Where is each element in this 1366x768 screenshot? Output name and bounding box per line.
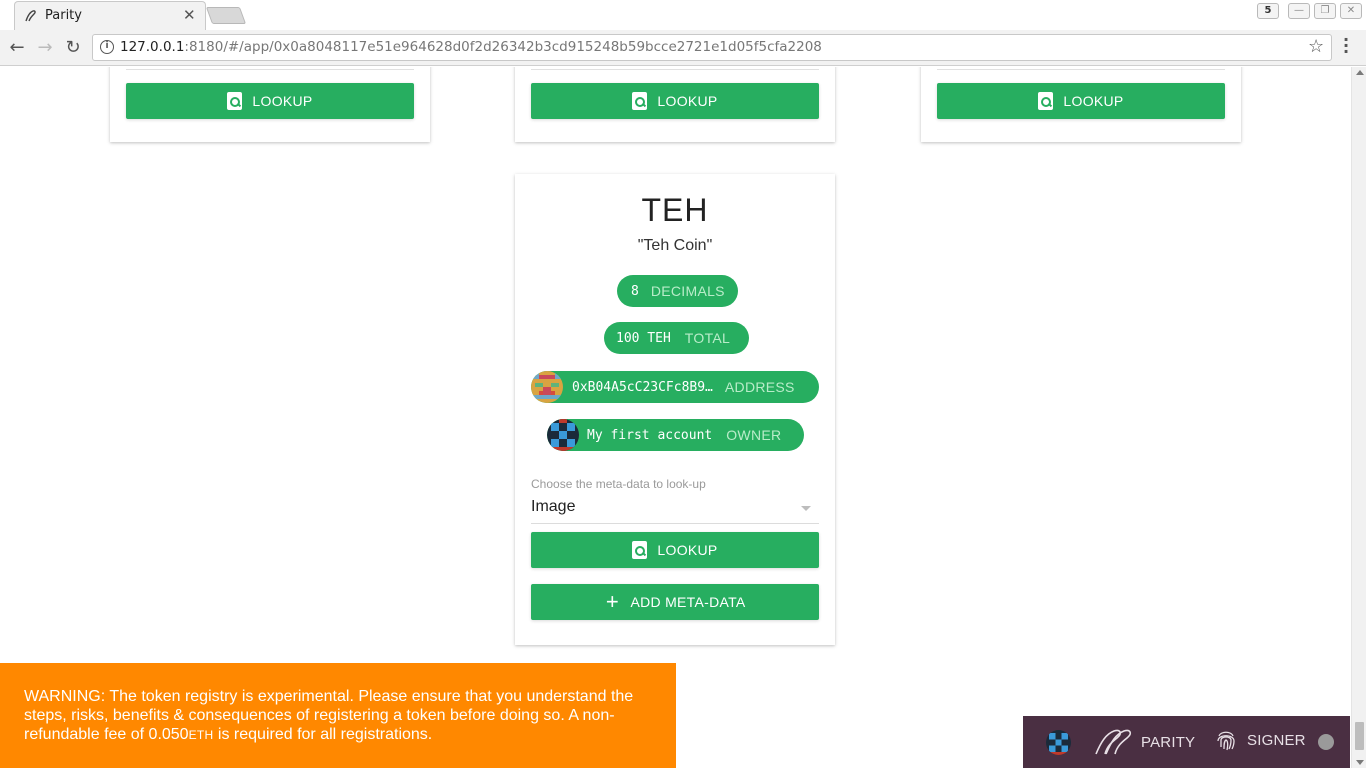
scroll-up-arrow-icon[interactable] (1356, 70, 1364, 75)
owner-label: OWNER (726, 427, 782, 443)
owner-value: My first account (587, 427, 713, 443)
url-path: :8180/#/app/0x0a8048117e51e964628d0f2d26… (184, 39, 822, 55)
add-metadata-button[interactable]: + ADD META-DATA (531, 584, 819, 620)
connection-status-dot-icon (1318, 734, 1334, 750)
plus-icon: + (605, 589, 620, 614)
warning-text-end: is required for all registrations. (213, 726, 433, 743)
address-value: 0xB04A5cC23CFc8B9… (572, 379, 713, 395)
browser-tab[interactable]: Parity ✕ (14, 1, 206, 30)
metadata-lookup-button[interactable]: LOOKUP (531, 532, 819, 568)
token-symbol: TEH (641, 192, 709, 228)
browser-menu-icon[interactable]: · · · (1340, 32, 1352, 60)
page-scrollbar[interactable] (1351, 67, 1366, 768)
experimental-warning-banner: WARNING: The token registry is experimen… (0, 663, 676, 768)
field-underline (531, 69, 819, 70)
decimals-value: 8 (631, 283, 639, 299)
lookup-button-label: LOOKUP (252, 93, 313, 109)
field-underline (937, 69, 1225, 70)
minimize-window-icon[interactable]: — (1288, 3, 1310, 19)
bookmark-star-icon[interactable]: ☆ (1308, 36, 1324, 57)
parity-label: PARITY (1141, 733, 1196, 751)
extension-badge-icon[interactable]: 5 (1257, 3, 1279, 19)
owner-identicon-avatar (547, 419, 579, 451)
scroll-down-arrow-icon[interactable] (1356, 760, 1364, 765)
lookup-icon (632, 541, 648, 559)
metadata-select-value: Image (531, 498, 576, 515)
parity-home-link[interactable]: PARITY (1093, 728, 1195, 756)
close-window-icon[interactable]: ✕ (1340, 3, 1362, 19)
total-supply-value: 100 TEH (616, 330, 671, 346)
lookup-icon (1038, 92, 1054, 110)
add-metadata-label: ADD META-DATA (630, 594, 746, 610)
signer-link[interactable]: SIGNER (1215, 728, 1306, 752)
total-supply-chip: 100 TEH TOTAL (604, 322, 749, 354)
token-card: LOOKUP (110, 67, 430, 142)
fingerprint-icon (1217, 731, 1235, 751)
lookup-icon (632, 92, 648, 110)
new-tab-button[interactable] (205, 7, 247, 24)
url-host: 127.0.0.1 (120, 39, 185, 55)
browser-tab-strip: Parity ✕ 5 — ❐ ✕ (0, 0, 1366, 30)
token-name: "Teh Coin" (637, 237, 713, 254)
address-bar[interactable]: i 127.0.0.1:8180/#/app/0x0a8048117e51e96… (92, 34, 1332, 61)
lookup-button-label: LOOKUP (1063, 93, 1124, 109)
metadata-lookup-label: LOOKUP (657, 542, 718, 558)
token-card: LOOKUP (921, 67, 1241, 142)
scrollbar-thumb[interactable] (1355, 722, 1364, 750)
parity-status-bar: PARITY SIGNER (1023, 716, 1350, 768)
address-label: ADDRESS (724, 379, 795, 395)
total-supply-label: TOTAL (684, 330, 731, 346)
back-arrow-icon[interactable]: ← (6, 37, 28, 59)
warning-unit: ETH (188, 728, 214, 742)
lookup-button-label: LOOKUP (657, 93, 718, 109)
maximize-window-icon[interactable]: ❐ (1314, 3, 1336, 19)
lookup-button[interactable]: LOOKUP (531, 83, 819, 119)
decimals-label: DECIMALS (650, 283, 725, 299)
account-identicon-avatar[interactable] (1046, 730, 1071, 755)
address-identicon-avatar (531, 371, 563, 403)
address-chip[interactable]: 0xB04A5cC23CFc8B9… ADDRESS (531, 371, 819, 403)
browser-toolbar: ← → ↻ i 127.0.0.1:8180/#/app/0x0a8048117… (0, 30, 1366, 66)
parity-favicon-icon (25, 10, 36, 22)
lookup-icon (227, 92, 243, 110)
signer-label: SIGNER (1247, 731, 1306, 749)
token-card: LOOKUP (515, 67, 835, 142)
owner-chip[interactable]: My first account OWNER (547, 419, 804, 451)
teh-token-card: TEH "Teh Coin" 8 DECIMALS 100 TEH TOTAL (515, 174, 835, 645)
parity-logo-icon (1095, 729, 1132, 755)
dropdown-arrow-icon (801, 506, 811, 511)
tab-close-icon[interactable]: ✕ (183, 6, 196, 24)
lookup-button[interactable]: LOOKUP (126, 83, 414, 119)
url-text[interactable]: 127.0.0.1:8180/#/app/0x0a8048117e51e9646… (120, 39, 822, 55)
site-info-icon[interactable]: i (100, 40, 114, 54)
reload-icon[interactable]: ↻ (62, 37, 84, 59)
decimals-chip: 8 DECIMALS (617, 275, 738, 307)
field-underline (126, 69, 414, 70)
tab-title: Parity (45, 8, 82, 23)
lookup-button[interactable]: LOOKUP (937, 83, 1225, 119)
metadata-select[interactable]: Image (531, 494, 819, 524)
metadata-select-label: Choose the meta-data to look-up (531, 477, 706, 491)
forward-arrow-icon[interactable]: → (34, 37, 56, 59)
